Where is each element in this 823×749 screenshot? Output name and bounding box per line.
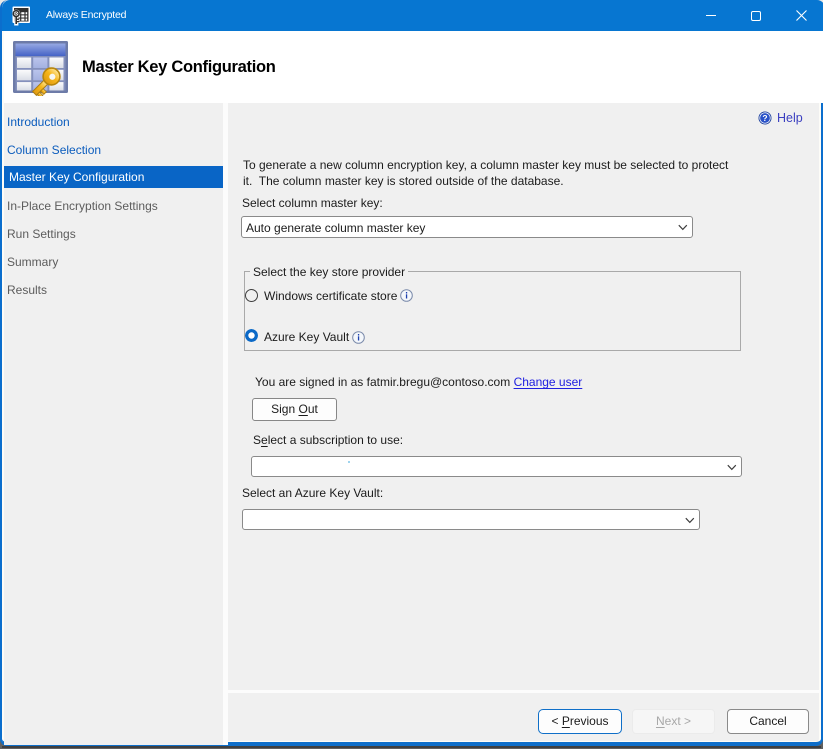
svg-text:?: ? [762,113,767,123]
